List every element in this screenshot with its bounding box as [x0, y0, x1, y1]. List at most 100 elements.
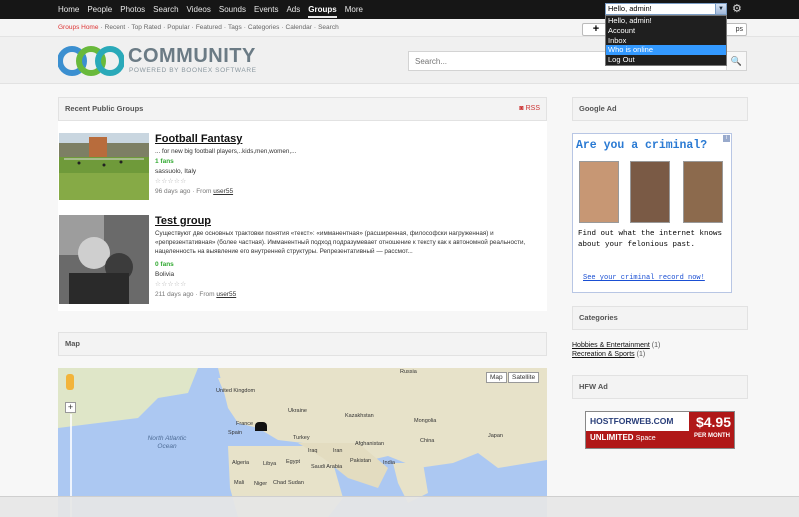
nav-people[interactable]: People [83, 0, 116, 19]
zoom-in-button[interactable]: + [65, 402, 76, 413]
group-title[interactable]: Test group [155, 215, 211, 227]
map-label: France [236, 421, 254, 427]
google-ad-banner[interactable]: i Are you a criminal? Find out what the … [572, 133, 732, 293]
hfw-price: $4.95 [695, 414, 731, 430]
map-type-button[interactable]: Map [486, 372, 507, 383]
pegman-icon[interactable] [66, 374, 74, 390]
categories-header: Categories [572, 306, 748, 330]
user-account-dropdown: Hello, admin! Account Inbox Who is onlin… [605, 15, 727, 66]
map-title: Map [65, 339, 80, 348]
group-title[interactable]: Football Fantasy [155, 133, 242, 145]
gear-icon[interactable]: ⚙ [732, 3, 744, 15]
category-link[interactable]: Hobbies & Entertainment [572, 342, 650, 349]
map-land-image [58, 368, 547, 517]
subnav-recent[interactable]: Recent [105, 19, 126, 37]
rating-stars[interactable]: ☆☆☆☆☆ [155, 177, 187, 185]
map-label: Japan [488, 433, 503, 439]
category-count: (1) [636, 351, 646, 358]
rss-icon: ◙ [519, 105, 524, 112]
nav-ads[interactable]: Ads [282, 0, 304, 19]
main-content: Recent Public Groups ◙ RSS Football Fant… [0, 84, 799, 517]
community-logo-icon[interactable] [58, 43, 124, 79]
map-label: Ukraine [288, 408, 307, 414]
nav-search[interactable]: Search [149, 0, 182, 19]
nav-groups[interactable]: Groups [304, 0, 340, 19]
categories-title: Categories [579, 313, 618, 322]
world-map[interactable]: Map Satellite + Russia United Kingdom Uk… [58, 368, 547, 517]
user-menu-option-greeting[interactable]: Hello, admin! [606, 16, 726, 26]
rss-label: RSS [525, 105, 540, 112]
hfw-per-month: PER MONTH [694, 433, 730, 439]
mugshot-image [630, 161, 670, 223]
nav-more[interactable]: More [341, 0, 367, 19]
group-from-label: From [199, 291, 215, 298]
google-ad-title: Google Ad [579, 104, 617, 113]
plus-icon: + [592, 23, 600, 35]
user-menu-option-account[interactable]: Account [606, 26, 726, 36]
map-label: China [420, 438, 435, 444]
user-menu-option-logout[interactable]: Log Out [606, 55, 726, 65]
ad-body-text: Find out what the internet knows about y… [578, 230, 723, 249]
map-label: Iran [333, 448, 343, 454]
category-link[interactable]: Recreation & Sports [572, 351, 635, 358]
group-meta: 211 days ago · From user55 [155, 291, 237, 298]
main-nav: Home People Photos Search Videos Sounds … [54, 0, 367, 19]
group-description: ... for new big football players,..kids,… [155, 148, 297, 155]
map-label: Iraq [308, 448, 318, 454]
hfw-ad-title: HFW Ad [579, 382, 608, 391]
satellite-type-button[interactable]: Satellite [508, 372, 540, 383]
ad-info-icon[interactable]: i [723, 135, 730, 142]
nav-events[interactable]: Events [250, 0, 282, 19]
nav-photos[interactable]: Photos [116, 0, 149, 19]
logo-text[interactable]: COMMUNITY [128, 46, 256, 66]
user-select-value: Hello, admin! [608, 4, 652, 13]
group-meta: 96 days ago · From user55 [155, 188, 234, 195]
subnav-top-rated[interactable]: Top Rated [131, 19, 161, 37]
hfw-ad-header: HFW Ad [572, 375, 748, 399]
nav-sounds[interactable]: Sounds [215, 0, 250, 19]
categories-list: Hobbies & Entertainment (1) Recreation &… [572, 341, 748, 359]
group-description: Существуют две основных трактовки поняти… [155, 230, 526, 255]
group-marker-icon[interactable] [255, 422, 267, 431]
list-item: Hobbies & Entertainment (1) [572, 341, 748, 350]
search-icon[interactable]: 🔍 [726, 52, 746, 70]
group-author-link[interactable]: user55 [216, 291, 236, 298]
map-label: Afghanistan [355, 441, 385, 447]
map-ocean-label: North Atlantic Ocean [147, 435, 187, 450]
bottom-toolbar [0, 496, 799, 517]
chevron-down-icon[interactable]: ▼ [715, 4, 726, 14]
group-thumbnail-test[interactable] [59, 215, 149, 304]
user-account-select[interactable]: Hello, admin! ▼ [605, 3, 727, 15]
recent-groups-header: Recent Public Groups ◙ RSS [58, 97, 547, 121]
rating-stars[interactable]: ☆☆☆☆☆ [155, 280, 187, 288]
group-thumbnail-football[interactable] [59, 133, 149, 200]
map-label: Mongolia [414, 418, 437, 424]
map-label: Mali [234, 480, 245, 486]
rss-link[interactable]: ◙ RSS [519, 98, 540, 120]
football-field-image [59, 133, 149, 200]
map-label: Libya [263, 461, 277, 467]
group-age: 96 days ago [155, 188, 191, 195]
map-label: Chad [273, 480, 287, 486]
subnav-categories[interactable]: Categories [248, 19, 279, 37]
subnav-search[interactable]: Search [318, 19, 339, 37]
user-menu-option-inbox[interactable]: Inbox [606, 36, 726, 46]
category-count: (1) [651, 342, 661, 349]
group-author-link[interactable]: user55 [213, 188, 233, 195]
subnav-calendar[interactable]: Calendar [286, 19, 312, 37]
subnav-tags[interactable]: Tags [228, 19, 242, 37]
user-menu-option-who-is-online[interactable]: Who is online [606, 45, 726, 56]
group-location: sassuolo, Italy [155, 168, 197, 175]
subnav-featured[interactable]: Featured [196, 19, 222, 37]
subnav-groups-home[interactable]: Groups Home [58, 19, 98, 37]
ad-link[interactable]: See your criminal record now! [583, 274, 705, 282]
hostforweb-ad-banner[interactable]: HOSTFORWEB.COM UNLIMITED Space $4.95 PER… [585, 411, 735, 449]
group-fans: 0 fans [155, 261, 174, 268]
map-label: Niger [254, 481, 268, 487]
map-label: Egypt [286, 459, 301, 465]
subnav-popular[interactable]: Popular [167, 19, 189, 37]
nav-home[interactable]: Home [54, 0, 83, 19]
map-label: Pakistan [350, 458, 372, 464]
nav-videos[interactable]: Videos [183, 0, 215, 19]
recent-groups-title: Recent Public Groups [65, 104, 144, 113]
